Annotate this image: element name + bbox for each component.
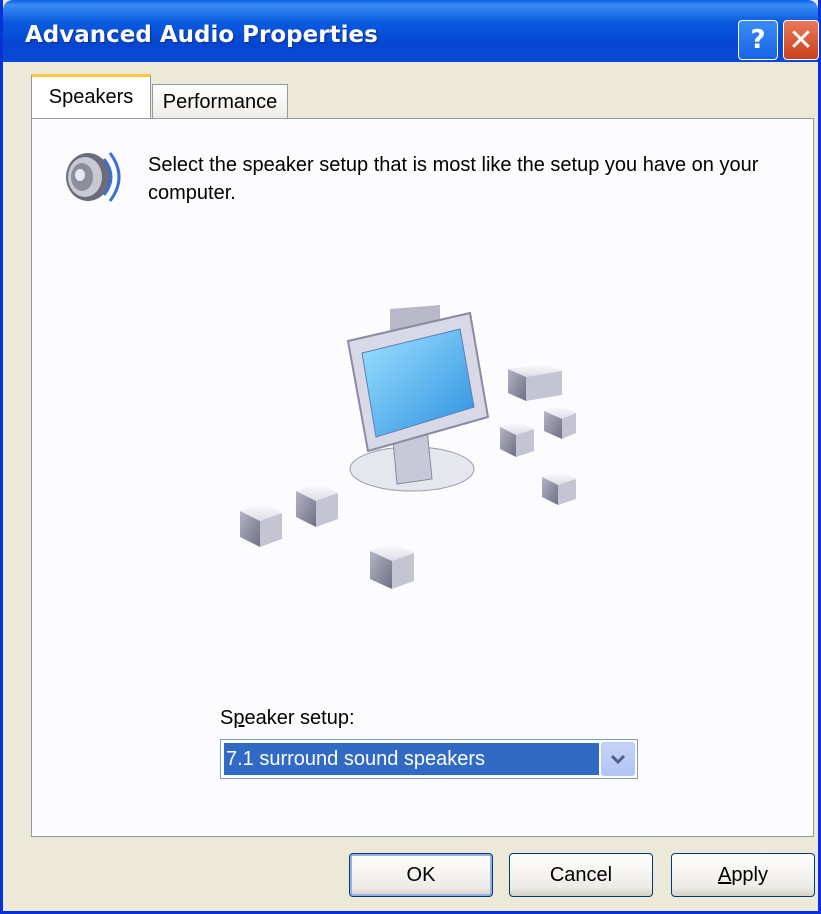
chevron-down-icon: [610, 754, 626, 765]
speaker-cube: [240, 503, 282, 547]
speaker-cube: [296, 483, 338, 527]
speaker-setup-label: Speaker setup:: [220, 707, 355, 729]
cancel-button[interactable]: Cancel: [509, 853, 653, 897]
window-title: Advanced Audio Properties: [25, 22, 378, 48]
tab-speakers[interactable]: Speakers: [31, 74, 151, 118]
speaker-setup-value: 7.1 surround sound speakers: [223, 742, 600, 776]
speaker-cube: [544, 405, 576, 439]
close-icon: ✕: [788, 22, 814, 58]
speaker-cube: [542, 471, 576, 505]
instruction-text: Select the speaker setup that is most li…: [148, 154, 759, 204]
speaker-cube: [500, 421, 534, 457]
ok-button[interactable]: OK: [349, 853, 493, 897]
speaker-cube: [508, 363, 562, 401]
close-button[interactable]: ✕: [783, 20, 819, 60]
speaker-icon: [66, 152, 121, 202]
tab-panel-speakers: Select the speaker setup that is most li…: [31, 118, 814, 837]
speaker-setup-dropdown[interactable]: 7.1 surround sound speakers: [220, 739, 638, 779]
speaker-setup-illustration: [240, 305, 576, 589]
dropdown-arrow-button[interactable]: [601, 742, 635, 776]
tab-performance[interactable]: Performance: [152, 84, 288, 120]
help-button[interactable]: ?: [738, 20, 778, 60]
dialog-window: Advanced Audio Properties ? ✕ Speakers P…: [0, 0, 821, 914]
help-icon: ?: [750, 25, 766, 55]
speaker-cube: [370, 543, 414, 589]
apply-button[interactable]: Apply: [671, 853, 815, 897]
title-bar[interactable]: Advanced Audio Properties ? ✕: [3, 0, 819, 62]
